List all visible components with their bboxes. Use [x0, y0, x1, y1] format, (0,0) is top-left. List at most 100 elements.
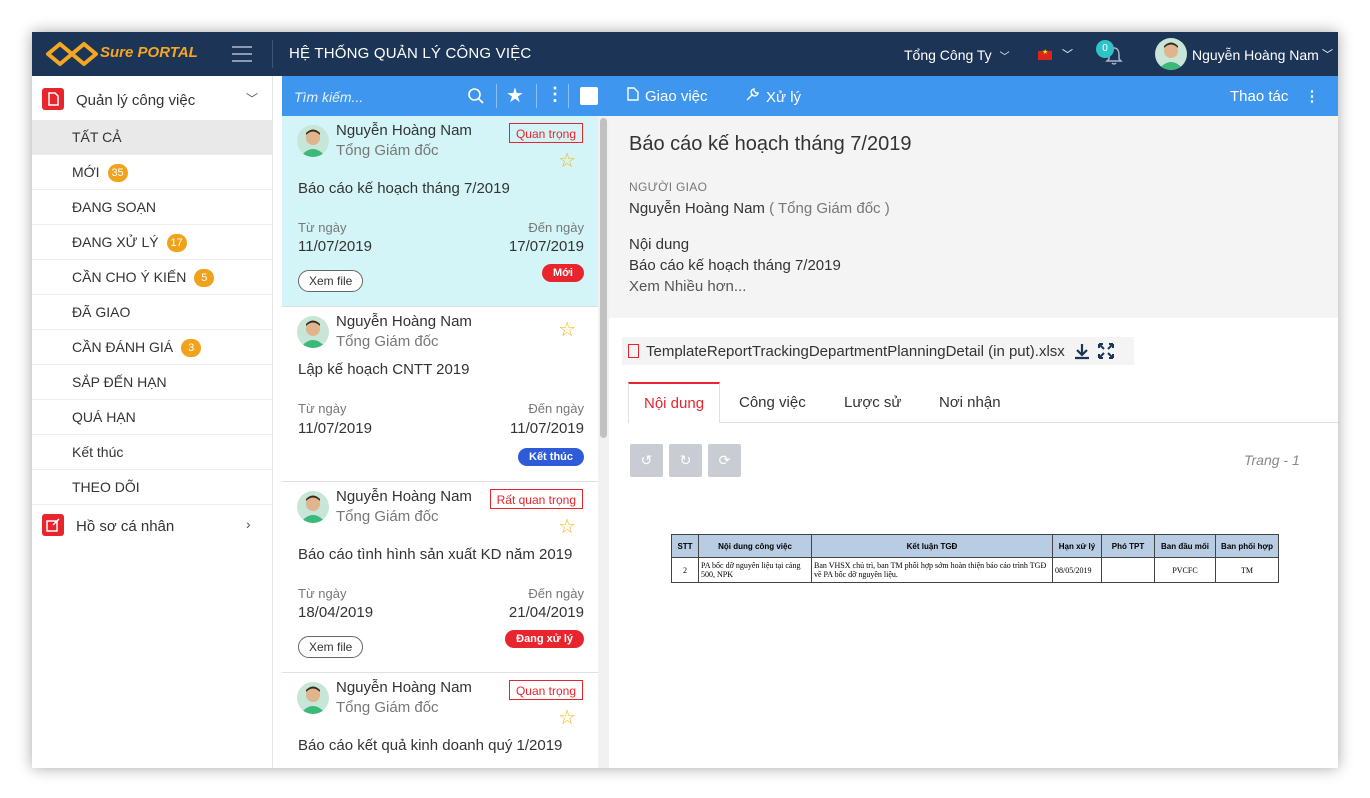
tab-content[interactable]: Nội dung	[628, 382, 721, 423]
download-icon[interactable]	[1074, 343, 1090, 361]
sidebar-item-need-review[interactable]: CẦN ĐÁNH GIÁ 3	[32, 330, 272, 365]
divider	[272, 40, 273, 68]
star-icon[interactable]: ☆	[558, 317, 576, 342]
company-label: Tổng Công Ty	[904, 47, 992, 63]
rotate-right-button[interactable]: ↻	[669, 444, 702, 477]
notification-badge[interactable]: 0	[1096, 40, 1114, 58]
more-vertical-icon: ⋮	[1304, 88, 1320, 105]
to-date: 11/07/2019	[510, 420, 584, 437]
sidebar-item-label: ĐANG XỬ LÝ	[72, 234, 159, 250]
assigner-name: Nguyễn Hoàng Nam	[336, 488, 472, 505]
sidebar: Quản lý công việc ﹀ TẤT CẢ MỚI 35 ĐANG SO…	[32, 76, 273, 768]
view-file-button[interactable]: Xem file	[298, 636, 364, 658]
assign-button[interactable]: Giao việc	[627, 87, 708, 105]
sidebar-item-following[interactable]: THEO DÕI	[32, 470, 272, 505]
giver-name: Nguyễn Hoàng Nam	[629, 200, 765, 217]
user-name[interactable]: Nguyễn Hoàng Nam	[1192, 47, 1319, 63]
list-toolbar: ★ ⋮	[282, 76, 609, 116]
actions-menu[interactable]: Thao tác ⋮	[1230, 87, 1320, 105]
table-header: Ban phối hợp	[1215, 534, 1279, 558]
app-window: Sure PORTAL HỆ THỐNG QUẢN LÝ CÔNG VIỆC T…	[32, 32, 1338, 768]
assigner-name: Nguyễn Hoàng Nam	[336, 313, 472, 330]
sidebar-item-processing[interactable]: ĐANG XỬ LÝ 17	[32, 225, 272, 260]
more-vertical-icon[interactable]: ⋮	[546, 84, 564, 105]
task-detail-header: Báo cáo kế hoạch tháng 7/2019 NGƯỜI GIAO…	[609, 116, 1338, 318]
scrollbar-thumb[interactable]	[600, 118, 607, 438]
task-title: Báo cáo kế hoạch tháng 7/2019	[298, 180, 510, 197]
attachment-name[interactable]: TemplateReportTrackingDepartmentPlanning…	[646, 343, 1065, 360]
avatar	[297, 491, 329, 523]
user-avatar[interactable]	[1155, 38, 1187, 70]
from-date-label: Từ ngày	[298, 586, 347, 601]
giver-position: ( Tổng Giám đốc )	[769, 200, 890, 217]
task-card[interactable]: Nguyễn Hoàng Nam Tổng Giám đốc ☆ Lập kế …	[282, 307, 598, 482]
document-icon	[627, 87, 639, 101]
sidebar-item-drafting[interactable]: ĐANG SOẠN	[32, 190, 272, 225]
menu-toggle-icon[interactable]	[232, 46, 252, 62]
task-card[interactable]: Nguyễn Hoàng Nam Tổng Giám đốc Rất quan …	[282, 482, 598, 673]
table-cell: PA bốc dỡ nguyên liệu tại cảng 500, NPK	[698, 557, 812, 583]
select-all-checkbox[interactable]	[580, 87, 598, 105]
status-badge: Kết thúc	[518, 448, 584, 466]
search-icon[interactable]	[467, 87, 485, 105]
task-card[interactable]: Nguyễn Hoàng Nam Tổng Giám đốc Quan trọn…	[282, 116, 598, 307]
divider	[496, 84, 497, 108]
star-filter-icon[interactable]: ★	[506, 83, 524, 108]
content-text: Báo cáo kế hoạch tháng 7/2019	[629, 257, 841, 274]
from-date: 11/07/2019	[298, 238, 372, 255]
chevron-down-icon[interactable]: ﹀	[1062, 46, 1073, 62]
detail-tabs: Nội dung Công việc Lược sử Nơi nhận	[628, 382, 1338, 423]
expand-icon[interactable]	[1098, 343, 1114, 359]
sidebar-item-due-soon[interactable]: SẮP ĐẾN HẠN	[32, 365, 272, 400]
sidebar-item-label: CẦN CHO Ý KIẾN	[72, 269, 187, 285]
sidebar-item-all[interactable]: TẤT CẢ	[32, 120, 272, 155]
table-cell	[1101, 557, 1155, 583]
company-selector[interactable]: Tổng Công Ty ﹀	[904, 47, 1010, 63]
refresh-button[interactable]: ⟳	[708, 444, 741, 477]
vietnam-flag-icon[interactable]	[1038, 48, 1052, 60]
table-header: STT	[671, 534, 699, 558]
search-input[interactable]	[292, 85, 456, 109]
assigner-name: Nguyễn Hoàng Nam	[336, 122, 472, 139]
attachment-row: TemplateReportTrackingDepartmentPlanning…	[622, 337, 1134, 365]
giver-label: NGƯỜI GIAO	[629, 180, 708, 194]
sidebar-item-finished[interactable]: Kết thúc	[32, 435, 272, 470]
document-preview-table: STT Nội dung công việc Kết luận TGĐ Hạn …	[671, 534, 1279, 583]
sidebar-item-assigned[interactable]: ĐÃ GIAO	[32, 295, 272, 330]
top-bar: Sure PORTAL HỆ THỐNG QUẢN LÝ CÔNG VIỆC T…	[32, 32, 1338, 76]
count-badge: 3	[181, 339, 202, 357]
from-date-label: Từ ngày	[298, 401, 347, 416]
assigner-position: Tổng Giám đốc	[336, 142, 439, 159]
table-cell: TM	[1215, 557, 1279, 583]
sidebar-section-profile[interactable]: Hồ sơ cá nhân ›	[32, 504, 272, 548]
chevron-down-icon[interactable]: ﹀	[1322, 46, 1333, 62]
view-file-button[interactable]: Xem file	[298, 270, 364, 292]
sidebar-item-label: TẤT CẢ	[72, 129, 122, 145]
avatar	[297, 316, 329, 348]
task-title: Báo cáo kết quả kinh doanh quý 1/2019	[298, 737, 563, 754]
tab-work[interactable]: Công việc	[724, 382, 821, 422]
actions-label: Thao tác	[1230, 88, 1289, 105]
sure-portal-logo[interactable]: Sure PORTAL	[42, 38, 212, 70]
show-more-link[interactable]: Xem Nhiều hơn...	[629, 278, 746, 295]
sidebar-section-label: Quản lý công việc	[76, 92, 196, 109]
divider	[536, 84, 537, 108]
process-label: Xử lý	[766, 89, 802, 106]
star-icon[interactable]: ☆	[558, 705, 576, 730]
sidebar-item-new[interactable]: MỚI 35	[32, 155, 272, 190]
star-icon[interactable]: ☆	[558, 514, 576, 539]
tab-recipients[interactable]: Nơi nhận	[924, 382, 1016, 422]
assigner-position: Tổng Giám đốc	[336, 699, 439, 716]
assign-label: Giao việc	[645, 88, 708, 105]
process-button[interactable]: Xử lý	[745, 87, 801, 106]
rotate-left-button[interactable]: ↺	[630, 444, 663, 477]
sidebar-section-work[interactable]: Quản lý công việc ﹀	[32, 76, 272, 120]
to-date: 17/07/2019	[508, 238, 584, 255]
tab-history[interactable]: Lược sử	[829, 382, 916, 422]
assigner-position: Tổng Giám đốc	[336, 333, 439, 350]
sidebar-item-overdue[interactable]: QUÁ HẠN	[32, 400, 272, 435]
assigner-name: Nguyễn Hoàng Nam	[336, 679, 472, 696]
star-icon[interactable]: ☆	[558, 148, 576, 173]
sidebar-item-need-opinion[interactable]: CẦN CHO Ý KIẾN 5	[32, 260, 272, 295]
task-card[interactable]: Nguyễn Hoàng Nam Tổng Giám đốc Quan trọn…	[282, 673, 598, 768]
